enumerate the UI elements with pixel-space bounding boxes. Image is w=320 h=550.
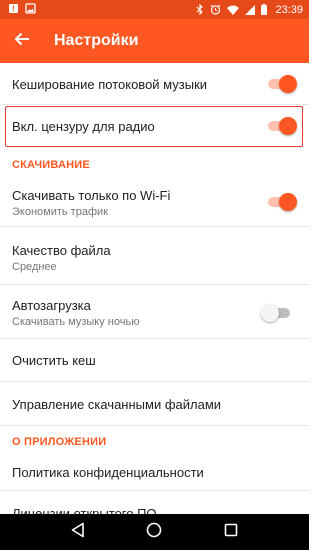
autoload-switch[interactable]: [261, 304, 291, 322]
setting-title: Очистить кеш: [12, 353, 96, 368]
nav-home-button[interactable]: [142, 520, 166, 544]
setting-clear-cache[interactable]: Очистить кеш: [0, 339, 309, 382]
setting-title: Управление скачанными файлами: [12, 397, 222, 412]
recents-square-icon: [224, 523, 238, 542]
setting-title: Политика конфиденциальности: [12, 465, 204, 480]
signal-icon: [245, 4, 256, 15]
setting-subtitle: Экономить трафик: [12, 206, 108, 218]
image-icon: [25, 2, 36, 17]
highlight-frame: [5, 106, 303, 147]
back-triangle-icon: [71, 522, 85, 543]
svg-text:!: !: [12, 4, 15, 13]
app-bar: Настройки: [0, 19, 309, 63]
setting-title: Автозагрузка: [12, 298, 91, 313]
nav-back-button[interactable]: [66, 520, 90, 544]
battery-icon: [261, 4, 268, 15]
setting-manage-downloads[interactable]: Управление скачанными файлами: [0, 382, 309, 426]
setting-wifi-only[interactable]: Скачивать только по Wi-Fi Экономить траф…: [0, 179, 309, 227]
status-right: 23:39: [196, 4, 303, 16]
status-left: !: [8, 2, 36, 17]
switch-thumb: [279, 193, 297, 211]
setting-privacy-policy[interactable]: Политика конфиденциальности: [0, 453, 309, 491]
setting-cache-streaming[interactable]: Кеширование потоковой музыки: [0, 63, 309, 105]
notification-icon: !: [8, 3, 19, 17]
setting-title: Скачивать только по Wi-Fi: [12, 188, 171, 203]
section-header-download: СКАЧИВАНИЕ: [12, 159, 90, 171]
status-bar: ! 23:39: [0, 0, 309, 19]
wifi-only-switch[interactable]: [267, 193, 297, 211]
switch-thumb: [261, 304, 279, 322]
setting-autoload[interactable]: Автозагрузка Скачивать музыку ночью: [0, 285, 309, 339]
setting-title: Кеширование потоковой музыки: [12, 77, 208, 92]
home-circle-icon: [146, 522, 162, 543]
status-time: 23:39: [275, 3, 303, 16]
section-header-about: О ПРИЛОЖЕНИИ: [12, 436, 107, 448]
arrow-back-icon: [14, 31, 30, 52]
setting-file-quality[interactable]: Качество файла Среднее: [0, 227, 309, 285]
setting-title: Лицензии открытого ПО: [12, 506, 157, 514]
alarm-icon: [210, 4, 221, 15]
back-button[interactable]: [0, 19, 44, 63]
setting-subtitle: Скачивать музыку ночью: [12, 316, 140, 328]
switch-thumb: [279, 75, 297, 93]
settings-list[interactable]: Кеширование потоковой музыки Вкл. цензур…: [0, 63, 309, 514]
wifi-icon: [227, 5, 240, 15]
page-title: Настройки: [54, 32, 139, 49]
setting-open-source[interactable]: Лицензии открытого ПО: [0, 491, 309, 514]
bluetooth-icon: [196, 4, 204, 15]
setting-title: Качество файла: [12, 243, 111, 258]
nav-recents-button[interactable]: [219, 520, 243, 544]
setting-subtitle: Среднее: [12, 261, 57, 273]
cache-streaming-switch[interactable]: [267, 75, 297, 93]
nav-bar: [0, 514, 309, 550]
